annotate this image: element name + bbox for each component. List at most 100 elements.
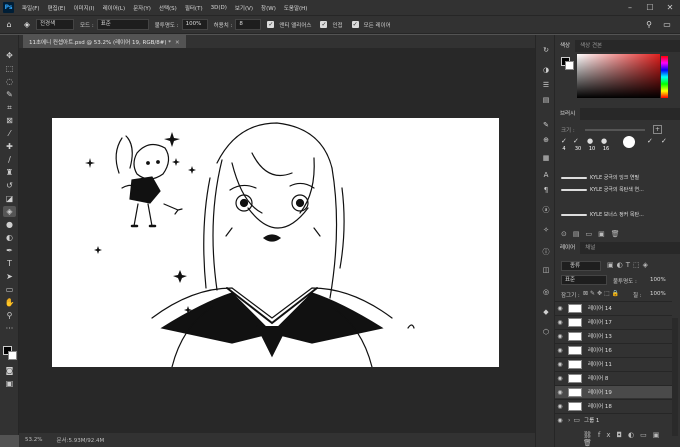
more-tools-icon[interactable]: ··· [3, 323, 16, 334]
swatches-panel-icon[interactable]: ▦ [540, 153, 552, 164]
color-picker-field[interactable] [577, 54, 660, 98]
background-color-swatch[interactable] [8, 351, 17, 360]
character-panel-icon[interactable]: A [540, 170, 552, 181]
workspace-icon[interactable]: ▭ [660, 18, 674, 31]
brush-preset-item[interactable]: KYLE 궁극의 목탄색 연... [561, 185, 673, 196]
minimize-icon[interactable]: – [620, 0, 640, 15]
new-brush-icon[interactable]: + [653, 125, 662, 134]
layer-row[interactable]: ◉ 레이어 18 [555, 399, 672, 412]
search-icon[interactable]: ⚲ [642, 18, 656, 31]
canvas-area[interactable] [19, 48, 535, 433]
color-background-swatch[interactable] [565, 61, 574, 70]
menu-view[interactable]: 보기(V) [231, 4, 257, 12]
quick-mask-icon[interactable]: ◙ [3, 365, 16, 376]
home-icon[interactable]: ⌂ [2, 18, 16, 31]
quick-select-tool-icon[interactable]: ✎ [3, 89, 16, 100]
navigator-panel-icon[interactable]: ◆ [540, 307, 552, 318]
lock-icons[interactable]: ⊠✎✥⬚🔒 [583, 290, 621, 297]
eraser-tool-icon[interactable]: ◪ [3, 193, 16, 204]
antialias-checkbox[interactable]: ✓ 앤티 앨리어스 [267, 21, 314, 29]
visibility-eye-icon[interactable]: ◉ [555, 361, 565, 368]
layer-filter-icons[interactable]: ▣◐T⬚◈ [607, 261, 651, 269]
close-window-icon[interactable]: ✕ [660, 0, 680, 15]
contiguous-checkbox[interactable]: ✓ 인접 [320, 21, 345, 29]
properties-panel-icon[interactable]: ☰ [540, 80, 552, 91]
all-layers-checkbox[interactable]: ✓ 모든 레이어 [351, 21, 394, 29]
pen-tool-icon[interactable]: ✒ [3, 245, 16, 256]
info-panel-icon[interactable]: ⓘ [540, 247, 552, 258]
visibility-eye-icon[interactable]: ◉ [555, 319, 565, 326]
brush-preset-item[interactable]: KYLE 보너스 정커 목탄... [561, 210, 673, 221]
adjustments-panel-icon[interactable]: ◑ [540, 65, 552, 76]
close-tab-icon[interactable]: ✕ [175, 40, 180, 46]
libraries-panel-icon[interactable]: ▤ [540, 95, 552, 106]
brush-size-slider[interactable] [585, 129, 645, 131]
brush-tool-icon[interactable]: ∕ [3, 154, 16, 165]
menu-select[interactable]: 선택(S) [155, 4, 181, 12]
layer-row[interactable]: ◉ 레이어 16 [555, 343, 672, 356]
menu-help[interactable]: 도움말(H) [280, 4, 312, 12]
zoom-tool-icon[interactable]: ⚲ [3, 310, 16, 321]
mode-select[interactable]: 표준 [96, 19, 149, 30]
menu-file[interactable]: 파일(F) [18, 4, 44, 12]
menu-filter[interactable]: 필터(T) [181, 4, 207, 12]
opacity-input[interactable]: 100% [181, 19, 208, 30]
3d-panel-icon[interactable]: ⬡ [540, 327, 552, 338]
maximize-icon[interactable]: ☐ [640, 0, 660, 15]
clone-source-icon[interactable]: ⊕ [540, 135, 552, 146]
move-tool-icon[interactable]: ✥ [3, 50, 16, 61]
visibility-eye-icon[interactable]: ◉ [555, 403, 565, 410]
layer-row[interactable]: ◉ 레이어 14 [555, 301, 672, 314]
layer-row[interactable]: ◉ 레이어 11 [555, 357, 672, 370]
menu-3d[interactable]: 3D(D) [207, 5, 231, 11]
artwork-canvas[interactable] [52, 118, 499, 367]
layer-row[interactable]: ◉ 레이어 8 [555, 371, 672, 384]
tolerance-input[interactable]: 8 [235, 19, 262, 30]
visibility-eye-icon[interactable]: ◉ [555, 375, 565, 382]
expand-arrow-icon[interactable]: › [568, 417, 570, 424]
frame-tool-icon[interactable]: ⊠ [3, 115, 16, 126]
layer-row-selected[interactable]: ◉ 레이어 19 [555, 385, 672, 398]
brush-tip-icon[interactable]: ✓ [573, 137, 579, 145]
dodge-tool-icon[interactable]: ◐ [3, 232, 16, 243]
fill-value[interactable]: 100% [650, 291, 666, 297]
menu-layer[interactable]: 레이어(L) [99, 4, 130, 12]
paint-bucket-preset-icon[interactable]: ◈ [20, 18, 34, 31]
rectangle-tool-icon[interactable]: ▭ [3, 284, 16, 295]
eyedropper-tool-icon[interactable]: ⁄ [3, 128, 16, 139]
zoom-level[interactable]: 53.2% [25, 437, 42, 443]
menu-edit[interactable]: 편집(E) [44, 4, 70, 12]
blur-tool-icon[interactable]: ● [3, 219, 16, 230]
healing-brush-tool-icon[interactable]: ✚ [3, 141, 16, 152]
layers-scrollbar[interactable] [672, 318, 678, 436]
glyphs-panel-icon[interactable]: ⓐ [540, 205, 552, 216]
visibility-eye-icon[interactable]: ◉ [555, 389, 565, 396]
visibility-eye-icon[interactable]: ◉ [555, 333, 565, 340]
brush-tip-icon[interactable]: ✓ [661, 137, 667, 145]
layer-opacity-value[interactable]: 100% [650, 277, 666, 283]
layer-blend-mode-select[interactable]: 표준 [561, 275, 607, 285]
brush-tip-icon[interactable]: ● [601, 137, 607, 145]
visibility-eye-icon[interactable]: ◉ [555, 417, 565, 424]
crop-tool-icon[interactable]: ⌗ [3, 102, 16, 113]
menu-image[interactable]: 이미지(I) [69, 4, 98, 12]
type-tool-icon[interactable]: T [3, 258, 16, 269]
paragraph-panel-icon[interactable]: ¶ [540, 185, 552, 196]
styles-panel-icon[interactable]: ◎ [540, 287, 552, 298]
hue-slider[interactable] [661, 56, 668, 98]
brush-panel-footer-icons[interactable]: ⊙▤▭▣🗑 [561, 230, 626, 238]
tab-brushes[interactable]: 브러시 [555, 108, 581, 120]
layer-group-row[interactable]: ◉ › ▭ 그룹 1 [555, 413, 672, 426]
brush-tip-icon[interactable]: ✓ [561, 137, 567, 145]
marquee-tool-icon[interactable]: ⬚ [3, 63, 16, 74]
document-info[interactable]: 문서:5.93M/92.4M [56, 436, 104, 444]
tab-color[interactable]: 색상 [555, 40, 576, 52]
brush-preset-item[interactable]: KYLE 궁극의 잉크 연필 [561, 173, 673, 184]
brush-tip-icon[interactable]: ✓ [647, 137, 653, 145]
visibility-eye-icon[interactable]: ◉ [555, 347, 565, 354]
history-brush-tool-icon[interactable]: ↺ [3, 180, 16, 191]
layers-footer-icons[interactable]: ⛓fx◘◐▭▣🗑 [583, 431, 680, 447]
paint-bucket-tool-icon[interactable]: ◈ [3, 206, 16, 217]
visibility-eye-icon[interactable]: ◉ [555, 305, 565, 312]
menu-window[interactable]: 창(W) [257, 4, 280, 12]
